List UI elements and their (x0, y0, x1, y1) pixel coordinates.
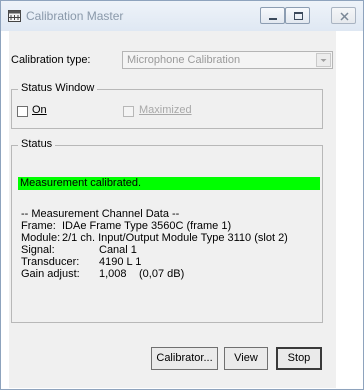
close-icon (340, 12, 349, 21)
maximized-checkbox[interactable] (123, 106, 134, 117)
stop-button[interactable]: Stop (276, 347, 322, 370)
maximize-button[interactable] (285, 7, 310, 24)
status-message: Measurement calibrated. (20, 177, 142, 189)
status-message-bar: Measurement calibrated. (18, 177, 320, 190)
on-label: On (32, 104, 47, 116)
minimize-button[interactable] (260, 7, 285, 24)
calibrator-button-label: Calibrator... (156, 352, 213, 364)
on-checkbox[interactable] (17, 106, 28, 117)
channel-data-header: -- Measurement Channel Data -- (21, 208, 180, 220)
dialog-body: Calibration type: Microphone Calibration… (9, 31, 336, 388)
gain-adjust-label: Gain adjust: (21, 268, 80, 280)
transducer-value: 4190 L 1 (99, 256, 142, 268)
signal-value: Canal 1 (99, 244, 137, 256)
window-title: Calibration Master (26, 9, 124, 23)
frame-label: Frame: (21, 220, 56, 232)
dropdown-button[interactable] (316, 53, 331, 67)
maximized-label: Maximized (139, 104, 192, 116)
chevron-down-icon (320, 59, 327, 62)
maximize-icon (294, 12, 303, 20)
stop-button-label: Stop (287, 352, 311, 364)
signal-label: Signal: (21, 244, 55, 256)
calibration-type-label: Calibration type: (11, 54, 91, 66)
on-label-text: On (32, 104, 47, 116)
transducer-label: Transducer: (21, 256, 80, 268)
frame-value: IDAe Frame Type 3560C (frame 1) (62, 220, 232, 232)
view-button-label: View (234, 352, 258, 364)
minimize-icon (269, 18, 277, 20)
calibrator-button[interactable]: Calibrator... (151, 347, 218, 370)
module-label: Module: (21, 232, 61, 244)
view-button[interactable]: View (224, 347, 268, 370)
calibration-type-value: Microphone Calibration (127, 54, 241, 66)
module-value: 2/1 ch. Input/Output Module Type 3110 (s… (62, 232, 288, 244)
title-bar[interactable]: Calibration Master (1, 1, 363, 31)
status-window-group: Status Window On Maximized (11, 82, 323, 129)
calibration-master-window: Calibration Master Calibration type: Mic… (0, 0, 364, 390)
gain-adjust-db: (0,07 dB) (139, 268, 185, 280)
gain-adjust-value: 1,008 (99, 268, 127, 280)
close-button[interactable] (331, 7, 356, 24)
calibration-type-select[interactable]: Microphone Calibration (122, 51, 333, 69)
maximized-label-text: Maximized (139, 104, 192, 116)
app-icon (8, 10, 21, 22)
status-window-title: Status Window (18, 82, 98, 94)
status-group-title: Status (18, 138, 56, 150)
